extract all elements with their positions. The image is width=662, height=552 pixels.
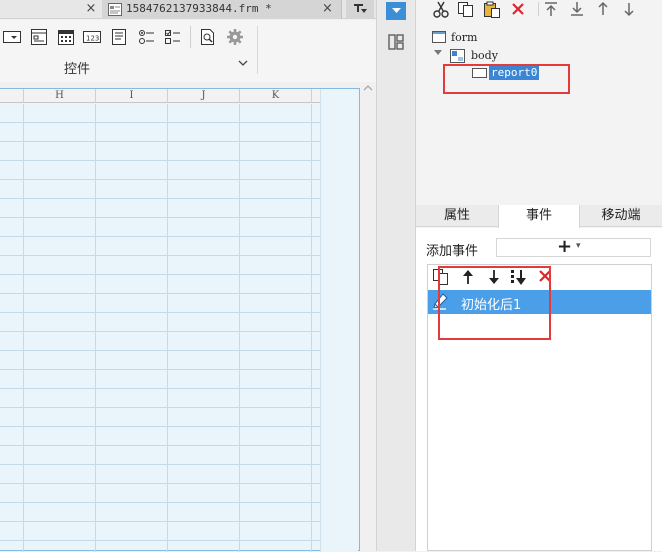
caret-down-icon: ▾ (576, 241, 581, 251)
report-sheet[interactable]: H I J K (0, 88, 360, 552)
chevron-down-icon[interactable] (238, 60, 248, 67)
checkbox-group-icon[interactable] (165, 29, 181, 45)
annotation-highlight-box (443, 64, 570, 94)
tab-close-button[interactable]: × (322, 1, 333, 16)
tab-menu-icon (353, 3, 367, 15)
move-up-icon[interactable] (595, 1, 613, 17)
form-node-icon (432, 31, 446, 43)
move-down-icon[interactable] (621, 1, 639, 17)
caret-down-icon (392, 8, 401, 14)
tab-mobile[interactable]: 移动端 (580, 205, 662, 227)
tab-menu-button[interactable] (346, 0, 374, 19)
panel-tab-bar: 属性 事件 移动端 (416, 205, 662, 228)
delete-icon[interactable] (510, 1, 528, 17)
text-area-icon[interactable] (112, 29, 128, 45)
form-file-icon (108, 3, 122, 16)
column-header-i[interactable]: I (96, 89, 168, 103)
column-header-k[interactable]: K (240, 89, 312, 103)
sheet-right-gutter (320, 89, 358, 552)
move-bottom-icon[interactable] (569, 1, 587, 17)
tab-events[interactable]: 事件 (498, 205, 580, 228)
move-top-icon[interactable] (543, 1, 561, 17)
tab-file-frm[interactable]: 1584762137933844.frm * × (102, 0, 342, 19)
column-header-partial (0, 89, 24, 103)
gear-icon[interactable] (226, 28, 243, 45)
layout-grid-icon[interactable] (388, 34, 404, 50)
column-header-row: H I J K (0, 89, 320, 103)
previous-tab-close-button[interactable]: × (84, 1, 98, 17)
panel-collapse-button[interactable] (386, 2, 406, 20)
scroll-up-arrow-icon[interactable] (363, 84, 373, 91)
toolbar-divider (257, 26, 258, 74)
window-form-icon[interactable] (31, 29, 47, 45)
widget-toolbar (0, 20, 376, 82)
toolbar-separator (190, 26, 191, 48)
side-collapse-strip (376, 0, 416, 551)
toolbar-separator (538, 2, 539, 16)
radio-group-icon[interactable] (139, 29, 155, 45)
plus-icon: + (557, 236, 573, 257)
add-event-label: 添加事件 (426, 244, 479, 259)
tab-properties[interactable]: 属性 (416, 205, 498, 227)
tree-node-form[interactable]: form (451, 31, 477, 44)
cell-grid[interactable] (0, 104, 320, 552)
calendar-icon[interactable] (58, 29, 74, 45)
svg-text:123: 123 (86, 35, 99, 43)
tab-title: 1584762137933844.frm * (126, 2, 272, 15)
vertical-scrollbar[interactable] (361, 82, 376, 551)
widgets-group-label: 控件 (64, 62, 91, 77)
dropdown-box-icon[interactable] (3, 30, 21, 46)
copy-icon[interactable] (457, 1, 475, 17)
cut-icon[interactable] (432, 1, 450, 18)
body-node-icon (450, 49, 465, 63)
column-header-j[interactable]: J (168, 89, 240, 103)
tree-expand-toggle-icon[interactable] (434, 50, 442, 56)
add-event-button[interactable]: + ▾ (496, 236, 651, 257)
tree-node-body[interactable]: body (471, 49, 498, 62)
number-field-icon[interactable]: 123 (83, 30, 101, 46)
search-preview-icon[interactable] (200, 29, 216, 45)
annotation-highlight-box (438, 266, 551, 340)
paste-icon[interactable] (483, 1, 501, 18)
column-header-h[interactable]: H (24, 89, 96, 103)
